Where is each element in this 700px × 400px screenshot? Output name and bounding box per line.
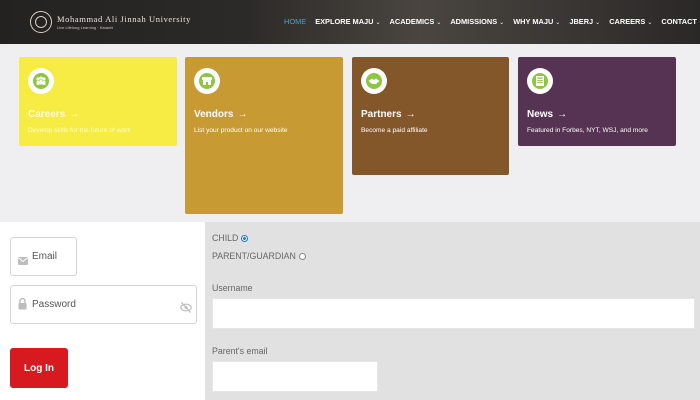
card-title: Vendors (194, 109, 234, 120)
password-placeholder: Password (32, 299, 76, 310)
nav-academics[interactable]: ACADEMICS ⌄ (390, 17, 442, 26)
radio-label: PARENT/GUARDIAN (212, 251, 296, 261)
handshake-icon (361, 68, 387, 94)
card-title: Careers (28, 109, 66, 120)
arrow-right-icon: → (237, 109, 248, 120)
email-placeholder: Email (32, 251, 58, 262)
nav-explore-maju[interactable]: EXPLORE MAJU ⌄ (315, 17, 380, 26)
logo-name: Mohammad Ali Jinnah University (57, 14, 191, 24)
card-title: Partners (361, 109, 402, 120)
lock-icon (18, 297, 27, 315)
logo-tagline: Live Lifelong Learning · Karachi (57, 25, 114, 30)
card-title: News (527, 109, 554, 120)
university-seal-icon (30, 11, 52, 33)
card-description: Develop skills for the future of work (28, 127, 131, 134)
login-button[interactable]: Log In (10, 348, 68, 388)
nav-jberj[interactable]: JBERJ ⌄ (569, 17, 600, 26)
partners-card[interactable]: Partners → Become a paid affiliate (352, 57, 509, 175)
nav-contact[interactable]: CONTACT (661, 17, 697, 26)
people-icon (28, 68, 54, 94)
news-card[interactable]: News → Featured in Forbes, NYT, WSJ, and … (518, 57, 676, 146)
parent-email-input[interactable] (212, 361, 378, 392)
nav-home[interactable]: HOME (284, 17, 306, 26)
storefront-icon (194, 68, 220, 94)
card-description: Become a paid affiliate (361, 127, 428, 134)
parent-email-label: Parent's email (212, 346, 268, 356)
careers-card[interactable]: Careers → Develop skills for the future o… (19, 57, 177, 146)
login-panel: Email Password Log In (0, 222, 205, 400)
envelope-icon (18, 252, 28, 270)
chevron-down-icon: ⌄ (647, 20, 653, 26)
vendors-card[interactable]: Vendors → List your product on our websit… (185, 57, 343, 214)
role-option-child[interactable]: CHILD (212, 233, 249, 243)
username-input[interactable] (212, 298, 695, 329)
role-option-parent-guardian[interactable]: PARENT/GUARDIAN (212, 251, 306, 261)
nav-careers[interactable]: CAREERS ⌄ (609, 17, 652, 26)
chevron-down-icon: ⌄ (375, 20, 381, 26)
card-description: Featured in Forbes, NYT, WSJ, and more (527, 127, 648, 134)
username-label: Username (212, 283, 253, 293)
radio-button[interactable] (298, 252, 306, 260)
site-header: Mohammad Ali Jinnah University Live Life… (0, 0, 700, 44)
arrow-right-icon: → (405, 109, 416, 120)
nav-admissions[interactable]: ADMISSIONS ⌄ (450, 17, 504, 26)
newspaper-icon (527, 68, 553, 94)
chevron-down-icon: ⌄ (555, 20, 561, 26)
chevron-down-icon: ⌄ (499, 20, 505, 26)
radio-label: CHILD (212, 233, 239, 243)
signup-form: CHILD PARENT/GUARDIAN Username Parent's … (205, 222, 700, 400)
eye-slash-icon[interactable] (180, 300, 192, 318)
chevron-down-icon: ⌄ (436, 20, 442, 26)
card-description: List your product on our website (194, 127, 288, 134)
arrow-right-icon: → (557, 109, 568, 120)
university-logo[interactable]: Mohammad Ali Jinnah University Live Life… (30, 11, 191, 33)
email-field[interactable]: Email (10, 237, 77, 276)
chevron-down-icon: ⌄ (595, 20, 601, 26)
arrow-right-icon: → (69, 109, 80, 120)
radio-button[interactable] (241, 234, 249, 242)
main-nav: HOME EXPLORE MAJU ⌄ ACADEMICS ⌄ ADMISSIONS… (284, 17, 700, 26)
password-field[interactable]: Password (10, 285, 197, 324)
nav-why-maju[interactable]: WHY MAJU ⌄ (513, 17, 560, 26)
